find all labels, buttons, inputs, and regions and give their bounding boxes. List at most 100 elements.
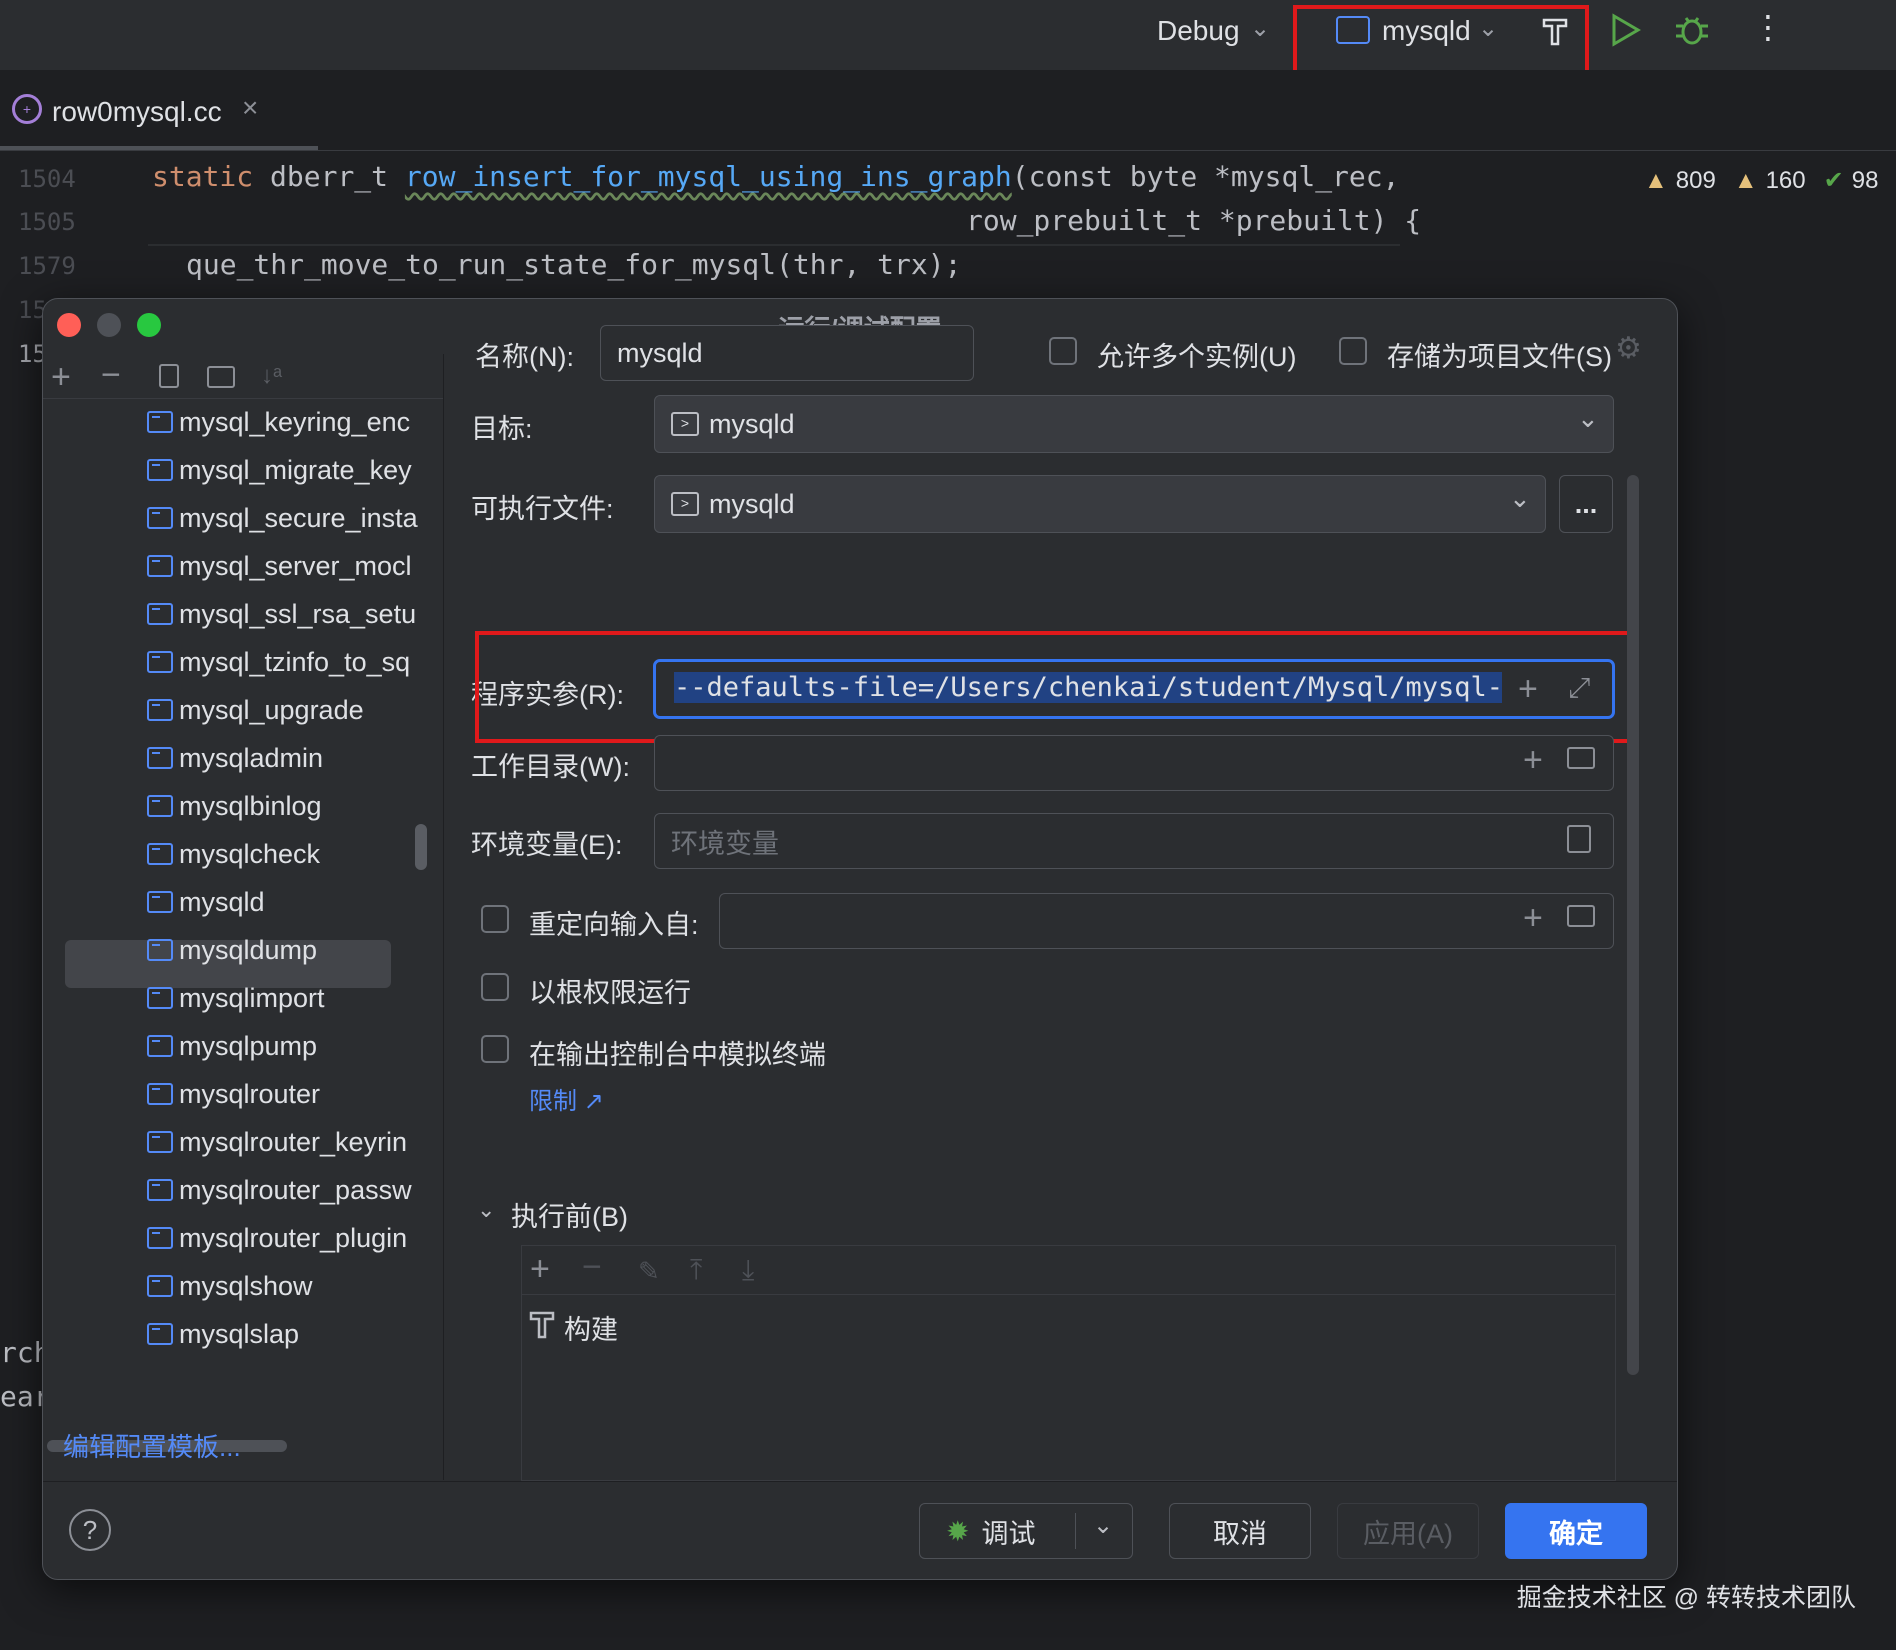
sidebar-vertical-scrollbar[interactable]: [415, 824, 427, 870]
config-item-mysql-secure-insta[interactable]: mysql_secure_insta: [147, 496, 457, 540]
executable-select[interactable]: > mysqld: [654, 475, 1546, 533]
config-item-mysql-server-mocl[interactable]: mysql_server_mocl: [147, 544, 457, 588]
cancel-button[interactable]: 取消: [1169, 1503, 1311, 1559]
store-project-checkbox[interactable]: [1339, 337, 1367, 365]
limits-link[interactable]: 限制 ↗: [529, 1081, 604, 1116]
chevron-down-icon[interactable]: ⌄: [1577, 403, 1599, 434]
add-config-icon[interactable]: +: [51, 360, 71, 394]
app-config-icon: [147, 1131, 173, 1153]
terminal-icon: >: [671, 492, 699, 516]
app-config-icon: [147, 795, 173, 817]
tasks-divider: [522, 1294, 1615, 1295]
config-item-mysqld[interactable]: mysqld: [147, 880, 457, 924]
name-input[interactable]: mysqld: [600, 325, 974, 381]
app-config-icon: [147, 1035, 173, 1057]
workdir-label: 工作目录(W):: [471, 752, 630, 782]
emulate-terminal-checkbox[interactable]: [481, 1035, 509, 1063]
target-value: mysqld: [709, 408, 795, 439]
inspection-widget[interactable]: ▲ 809 ▲ 160 ✔ 98: [1644, 166, 1878, 195]
app-config-icon: [147, 987, 173, 1009]
chevron-down-icon[interactable]: ⌄: [477, 1197, 495, 1223]
redirect-input-label[interactable]: 重定向输入自:: [529, 903, 699, 942]
emulate-terminal-label[interactable]: 在输出控制台中模拟终端: [529, 1033, 826, 1072]
ok-button[interactable]: 确定: [1505, 1503, 1647, 1559]
sort-icon[interactable]: ↓ᵃ: [261, 362, 282, 390]
config-item-mysqlrouter-plugin[interactable]: mysqlrouter_plugin: [147, 1216, 457, 1260]
copy-config-icon[interactable]: [159, 364, 179, 388]
config-item-mysqlcheck[interactable]: mysqlcheck: [147, 832, 457, 876]
remove-config-icon[interactable]: −: [101, 358, 121, 392]
config-item-mysql-tzinfo-to-sq[interactable]: mysql_tzinfo_to_sq: [147, 640, 457, 684]
close-tab-icon[interactable]: ×: [242, 92, 258, 124]
config-item-mysqldump[interactable]: mysqldump: [147, 928, 457, 972]
move-down-icon[interactable]: ⤓: [742, 1254, 754, 1287]
edit-task-icon[interactable]: ✎: [638, 1256, 660, 1287]
config-item-label: mysqldump: [179, 934, 318, 965]
allow-multiple-checkbox[interactable]: [1049, 337, 1077, 365]
app-config-icon: [147, 1179, 173, 1201]
config-item-mysqladmin[interactable]: mysqladmin: [147, 736, 457, 780]
config-item-mysql-ssl-rsa-setu[interactable]: mysql_ssl_rsa_setu: [147, 592, 457, 636]
target-select[interactable]: > mysqld: [654, 395, 1614, 453]
config-item-mysqlshow[interactable]: mysqlshow: [147, 1264, 457, 1308]
run-as-root-label[interactable]: 以根权限运行: [529, 971, 691, 1010]
code-keyword: static: [152, 160, 254, 193]
add-task-icon[interactable]: +: [530, 1252, 550, 1286]
edit-config-templates-link[interactable]: 编辑配置模板...: [63, 1427, 241, 1464]
config-item-label: mysqlslap: [179, 1318, 300, 1349]
name-label: 名称(N):: [475, 342, 574, 372]
config-item-mysqlslap[interactable]: mysqlslap: [147, 1312, 457, 1356]
config-item-mysql-upgrade[interactable]: mysql_upgrade: [147, 688, 457, 732]
config-item-mysql-migrate-key[interactable]: mysql_migrate_key: [147, 448, 457, 492]
code-function-name[interactable]: row_insert_for_mysql_using_ins_graph: [405, 160, 1012, 193]
before-launch-label[interactable]: 执行前(B): [511, 1195, 628, 1234]
app-config-icon: [147, 699, 173, 721]
config-item-mysql-keyring-enc[interactable]: mysql_keyring_enc: [147, 400, 457, 444]
code-params: (const byte *mysql_rec,: [1011, 160, 1400, 193]
env-input[interactable]: 环境变量: [654, 813, 1614, 869]
allow-multiple-label[interactable]: 允许多个实例(U): [1097, 335, 1296, 374]
app-config-icon: [147, 939, 173, 961]
chevron-down-icon[interactable]: ⌄: [1509, 483, 1531, 514]
folder-icon[interactable]: [1567, 747, 1595, 769]
run-as-root-checkbox[interactable]: [481, 973, 509, 1001]
move-up-icon[interactable]: ⤒: [690, 1254, 702, 1287]
new-folder-icon[interactable]: [207, 366, 235, 388]
gear-icon[interactable]: ⚙: [1615, 331, 1642, 366]
chevron-down-icon[interactable]: ⌄: [1093, 1511, 1113, 1540]
config-item-label: mysql_server_mocl: [179, 550, 412, 581]
run-icon[interactable]: [1608, 12, 1642, 48]
form-scrollbar[interactable]: [1627, 475, 1639, 1375]
before-launch-panel: + − ✎ ⤒ ⤓ 构建: [521, 1245, 1616, 1481]
config-item-mysqlrouter-passw[interactable]: mysqlrouter_passw: [147, 1168, 457, 1212]
help-button[interactable]: ?: [69, 1509, 111, 1551]
debug-bug-icon[interactable]: [1672, 10, 1712, 50]
config-item-mysqlbinlog[interactable]: mysqlbinlog: [147, 784, 457, 828]
insert-macro-icon[interactable]: +: [1523, 901, 1543, 935]
browse-executable-button[interactable]: ...: [1559, 475, 1613, 533]
code-line-1505: row_prebuilt_t *prebuilt) {: [966, 204, 1422, 237]
tab-row0mysql[interactable]: row0mysql.cc: [52, 96, 222, 128]
redirect-input-checkbox[interactable]: [481, 905, 509, 933]
config-item-mysqlrouter[interactable]: mysqlrouter: [147, 1072, 457, 1116]
insert-macro-icon[interactable]: +: [1523, 743, 1543, 777]
build-task-label[interactable]: 构建: [564, 1308, 618, 1347]
chevron-down-icon[interactable]: ⌄: [1250, 14, 1270, 43]
config-item-label: mysql_keyring_enc: [179, 406, 411, 437]
workdir-input[interactable]: [654, 735, 1614, 791]
check-icon: ✔: [1823, 167, 1844, 194]
more-options-icon[interactable]: ⋮: [1752, 8, 1784, 46]
ok-count: 98: [1851, 166, 1879, 194]
store-project-label[interactable]: 存储为项目文件(S): [1387, 335, 1612, 374]
config-item-mysqlpump[interactable]: mysqlpump: [147, 1024, 457, 1068]
warning-icon: ▲: [1644, 166, 1668, 194]
remove-task-icon[interactable]: −: [582, 1250, 602, 1284]
folder-icon[interactable]: [1567, 905, 1595, 927]
config-item-mysqlimport[interactable]: mysqlimport: [147, 976, 457, 1020]
config-item-label: mysqlshow: [179, 1270, 313, 1301]
apply-button[interactable]: 应用(A): [1337, 1503, 1479, 1559]
redirect-input-field[interactable]: [719, 893, 1614, 949]
build-mode-selector[interactable]: Debug: [1157, 15, 1240, 47]
edit-env-icon[interactable]: [1567, 825, 1591, 853]
config-item-mysqlrouter-keyrin[interactable]: mysqlrouter_keyrin: [147, 1120, 457, 1164]
